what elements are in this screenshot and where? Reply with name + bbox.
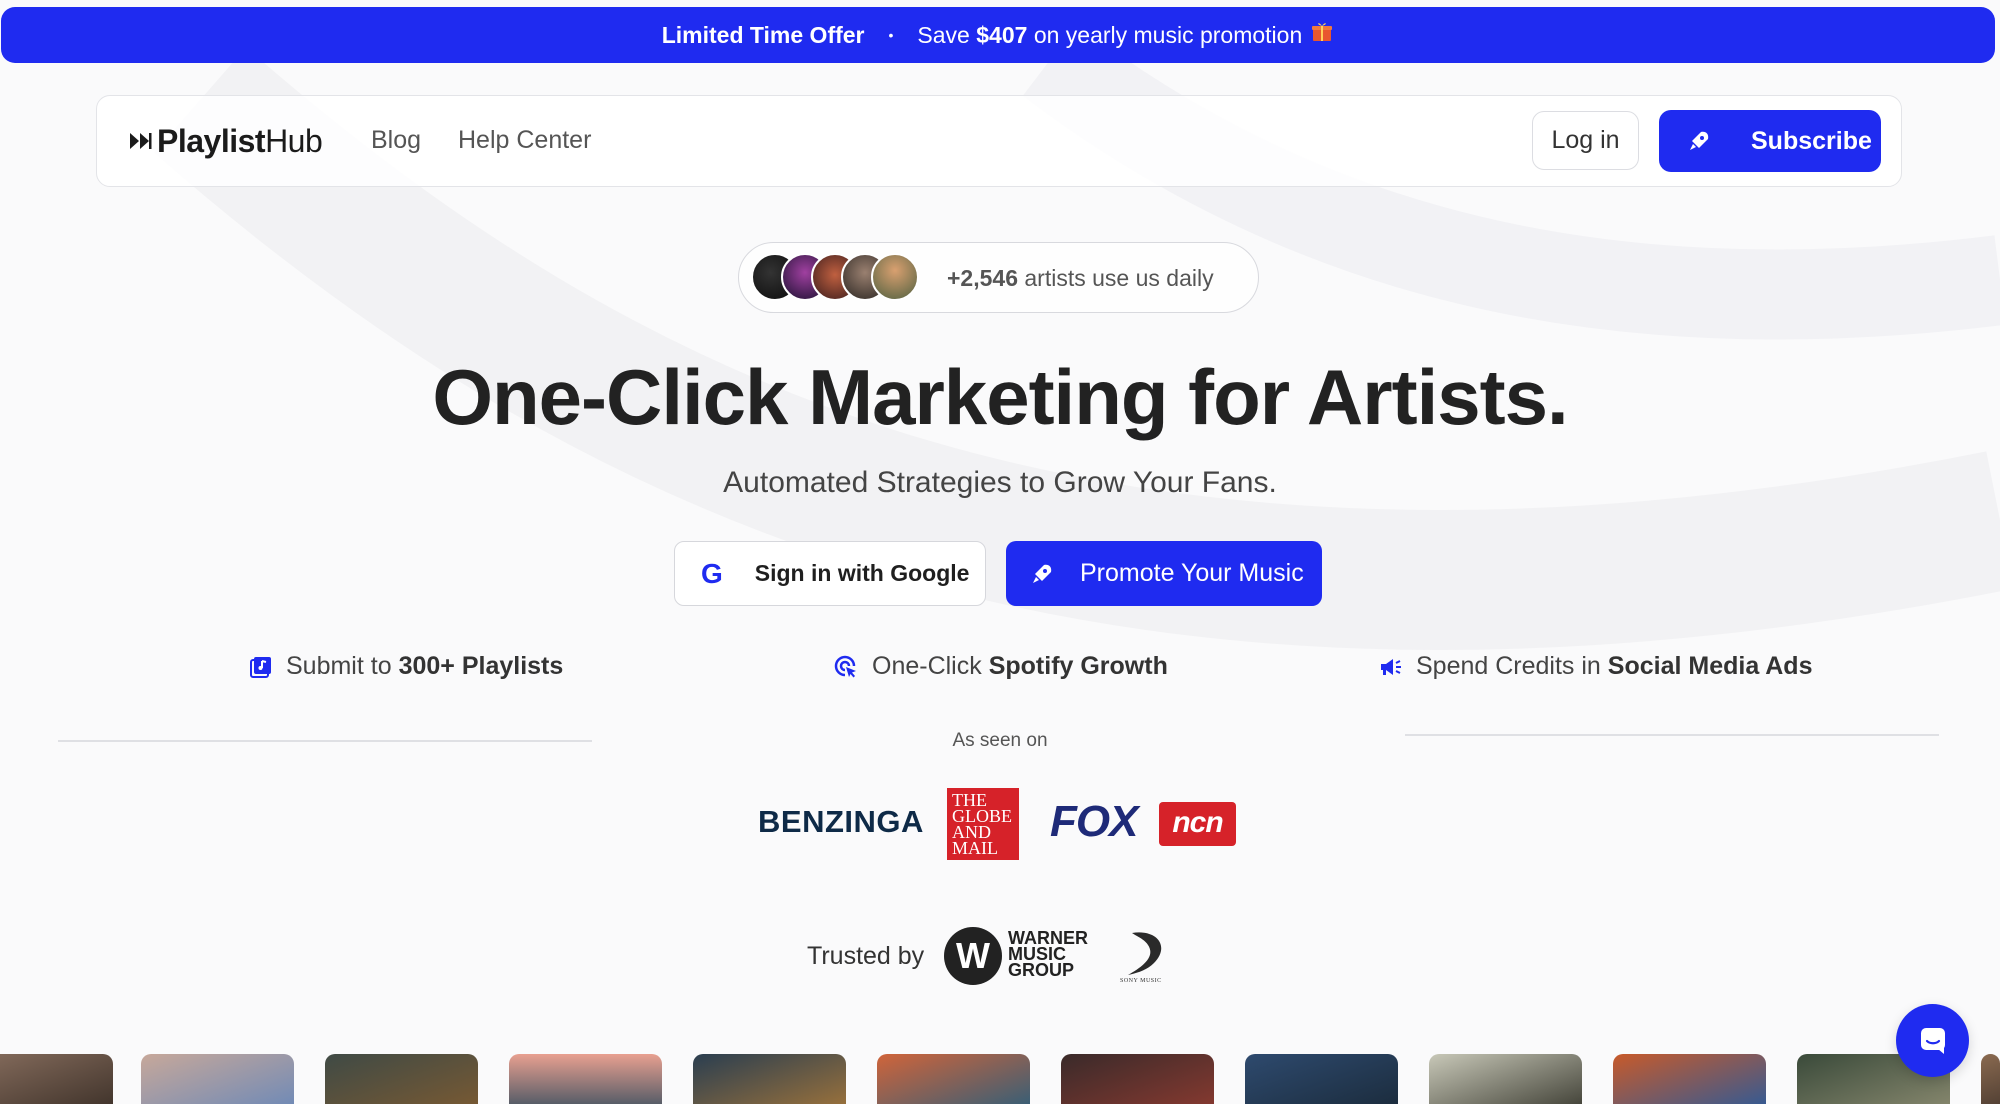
chat-support-button[interactable]	[1896, 1004, 1969, 1077]
artists-count: +2,546	[947, 265, 1018, 291]
feature-ads-prefix: Spend Credits in	[1416, 652, 1601, 680]
feature-spotify-bold: Spotify Growth	[988, 652, 1168, 680]
artists-count-label: artists use us daily	[1024, 265, 1214, 291]
globe-line: MAIL	[952, 838, 998, 858]
feature-playlists-prefix: Submit to	[286, 652, 392, 680]
artwork-thumbnail[interactable]	[1061, 1054, 1214, 1104]
rocket-icon	[1033, 564, 1052, 583]
gift-icon	[1310, 20, 1334, 50]
artwork-thumbnail[interactable]	[509, 1054, 662, 1104]
artist-avatar	[871, 253, 919, 301]
promote-music-label: Promote Your Music	[1080, 559, 1304, 587]
megaphone-icon	[1381, 658, 1401, 675]
feature-playlists-bold: 300+ Playlists	[398, 652, 564, 680]
ncn-logo: ncn	[1159, 802, 1236, 846]
artwork-thumbnail[interactable]	[1429, 1054, 1582, 1104]
fox-logo: FOX	[1050, 797, 1138, 846]
nav-link-blog[interactable]: Blog	[371, 126, 421, 155]
promo-headline: Limited Time Offer	[661, 21, 865, 48]
hero-subtitle: Automated Strategies to Grow Your Fans.	[723, 466, 1277, 499]
logo-text-playlist: Playlist	[157, 122, 266, 159]
rocket-icon	[1690, 131, 1709, 150]
nav-link-help-center[interactable]: Help Center	[458, 126, 591, 155]
google-icon: G	[701, 557, 723, 589]
login-button[interactable]: Log in	[1532, 111, 1639, 170]
artwork-thumbnail[interactable]	[1613, 1054, 1766, 1104]
promo-banner[interactable]: Limited Time Offer • Save $407 on yearly…	[1, 7, 1995, 63]
playlisthub-logo[interactable]: Playlist Hub	[129, 120, 323, 162]
globe-and-mail-logo: THE GLOBE AND MAIL	[947, 788, 1019, 860]
as-seen-on-label: As seen on	[952, 730, 1048, 751]
feature-playlists: Submit to 300+ Playlists	[250, 652, 563, 681]
sign-in-google-label: Sign in with Google	[754, 560, 970, 586]
promo-amount: $407	[976, 21, 1028, 48]
warner-music-logo-mark: W	[944, 927, 1002, 985]
chat-icon	[1920, 1027, 1945, 1054]
artists-count-text: +2,546 artists use us daily	[947, 265, 1214, 292]
artwork-thumbnail[interactable]	[693, 1054, 846, 1104]
sony-music-text: SONY MUSIC	[1120, 978, 1162, 984]
feature-ads: Spend Credits in Social Media Ads	[1378, 652, 1812, 681]
hero-title: One-Click Marketing for Artists.	[432, 353, 1568, 441]
promo-text-after: on yearly music promotion	[1033, 21, 1303, 48]
subscribe-button[interactable]: Subscribe	[1659, 110, 1881, 172]
artwork-thumbnail[interactable]	[1981, 1054, 2000, 1104]
benzinga-logo: BENZINGA	[758, 804, 924, 839]
artwork-thumbnail[interactable]	[877, 1054, 1030, 1104]
artwork-thumbnail[interactable]	[141, 1054, 294, 1104]
warner-music-logo-text: WARNER MUSIC GROUP	[1008, 929, 1088, 980]
artwork-thumbnail[interactable]	[325, 1054, 478, 1104]
promo-text-before: Save	[917, 21, 970, 48]
artwork-thumbnail[interactable]	[0, 1054, 113, 1104]
promote-music-button[interactable]: Promote Your Music	[1006, 541, 1322, 606]
feature-spotify-prefix: One-Click	[872, 652, 982, 680]
sign-in-google-button[interactable]: G Sign in with Google	[674, 541, 986, 606]
social-proof-pill: +2,546 artists use us daily	[738, 242, 1259, 313]
artwork-thumbnail[interactable]	[1245, 1054, 1398, 1104]
logo-text-hub: Hub	[265, 122, 323, 159]
trusted-by-label: Trusted by	[807, 942, 925, 970]
promo-separator: •	[888, 27, 894, 43]
subscribe-label: Subscribe	[1751, 126, 1872, 155]
wmg-line: GROUP	[1008, 960, 1075, 980]
fast-forward-icon	[130, 133, 152, 149]
playlist-icon	[250, 656, 271, 678]
click-icon	[834, 655, 856, 677]
top-navbar: Playlist Hub Blog Help Center Log in Subs…	[96, 95, 1902, 187]
feature-ads-bold: Social Media Ads	[1607, 652, 1813, 680]
feature-spotify: One-Click Spotify Growth	[834, 652, 1168, 681]
